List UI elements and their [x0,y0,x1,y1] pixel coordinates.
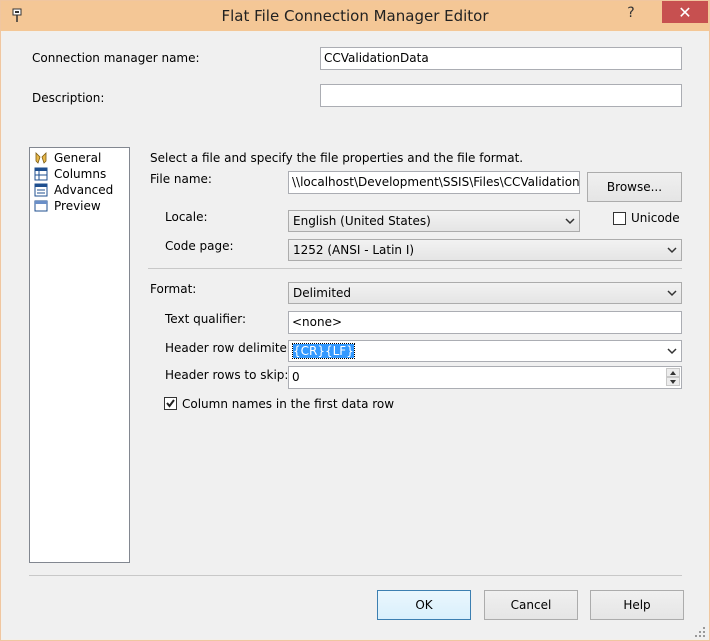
browse-button[interactable]: Browse... [587,172,682,202]
header-delimiter-value: {CR}{LF} [292,343,355,359]
code-page-select[interactable]: 1252 (ANSI - Latin I) [288,239,682,261]
unicode-checkbox[interactable] [613,212,626,225]
unicode-label: Unicode [631,211,680,225]
nav-item-columns[interactable]: Columns [34,166,106,182]
file-name-label: File name: [150,172,212,186]
page-navigation-list: General Columns Advanced Preview [29,147,130,563]
header-skip-label: Header rows to skip: [165,368,289,382]
header-skip-value: 0 [292,370,300,384]
dialog-body: Connection manager name: CCValidationDat… [2,32,708,639]
title-bar[interactable]: Flat File Connection Manager Editor ? ✕ [1,1,709,31]
chevron-down-icon [667,247,677,254]
connection-name-input[interactable]: CCValidationData [320,47,682,70]
intro-text: Select a file and specify the file prope… [150,151,524,165]
header-delimiter-label: Header row delimiter: [165,341,296,355]
description-label: Description: [32,91,105,105]
window-title: Flat File Connection Manager Editor [221,7,489,25]
locale-value: English (United States) [293,214,431,228]
resize-grip-icon[interactable] [694,626,706,638]
header-skip-stepper[interactable]: 0 [288,366,682,389]
spin-control[interactable] [666,368,680,387]
dialog-window: Flat File Connection Manager Editor ? ✕ … [0,0,710,641]
locale-label: Locale: [165,210,208,224]
ok-button[interactable]: OK [377,590,471,620]
chevron-down-icon [667,348,677,355]
code-page-label: Code page: [165,239,234,253]
help-button[interactable]: Help [590,590,684,620]
general-icon [35,152,47,164]
nav-label-general: General [54,151,102,165]
format-label: Format: [150,282,197,296]
nav-item-preview[interactable]: Preview [34,198,101,214]
nav-label-advanced: Advanced [54,183,114,197]
columns-icon [34,167,48,181]
chevron-down-icon [667,290,677,297]
check-icon [166,399,175,408]
nav-item-general[interactable]: General [34,150,101,166]
close-button[interactable]: ✕ [662,1,708,23]
title-help-button[interactable]: ? [619,3,643,23]
advanced-icon [34,183,48,197]
chevron-down-icon [565,218,575,225]
format-select[interactable]: Delimited [288,282,682,304]
nav-label-columns: Columns [54,167,107,181]
footer-divider [29,575,682,576]
text-qualifier-label: Text qualifier: [165,312,247,326]
spin-down-icon[interactable] [666,377,680,386]
spin-up-icon[interactable] [666,368,680,377]
section-divider [148,268,682,269]
column-names-label: Column names in the first data row [182,397,395,411]
preview-icon [34,200,48,212]
description-input[interactable] [320,84,682,107]
cancel-button[interactable]: Cancel [484,590,578,620]
nav-label-preview: Preview [54,199,101,213]
nav-item-advanced[interactable]: Advanced [34,182,113,198]
locale-select[interactable]: English (United States) [288,210,580,232]
code-page-value: 1252 (ANSI - Latin I) [293,243,415,257]
connection-name-label: Connection manager name: [32,51,200,65]
format-value: Delimited [293,286,352,300]
file-name-input[interactable]: \\localhost\Development\SSIS\Files\CCVal… [288,171,580,194]
header-delimiter-select[interactable]: {CR}{LF} [288,340,682,362]
column-names-checkbox[interactable] [164,397,177,410]
text-qualifier-input[interactable]: <none> [288,311,682,334]
